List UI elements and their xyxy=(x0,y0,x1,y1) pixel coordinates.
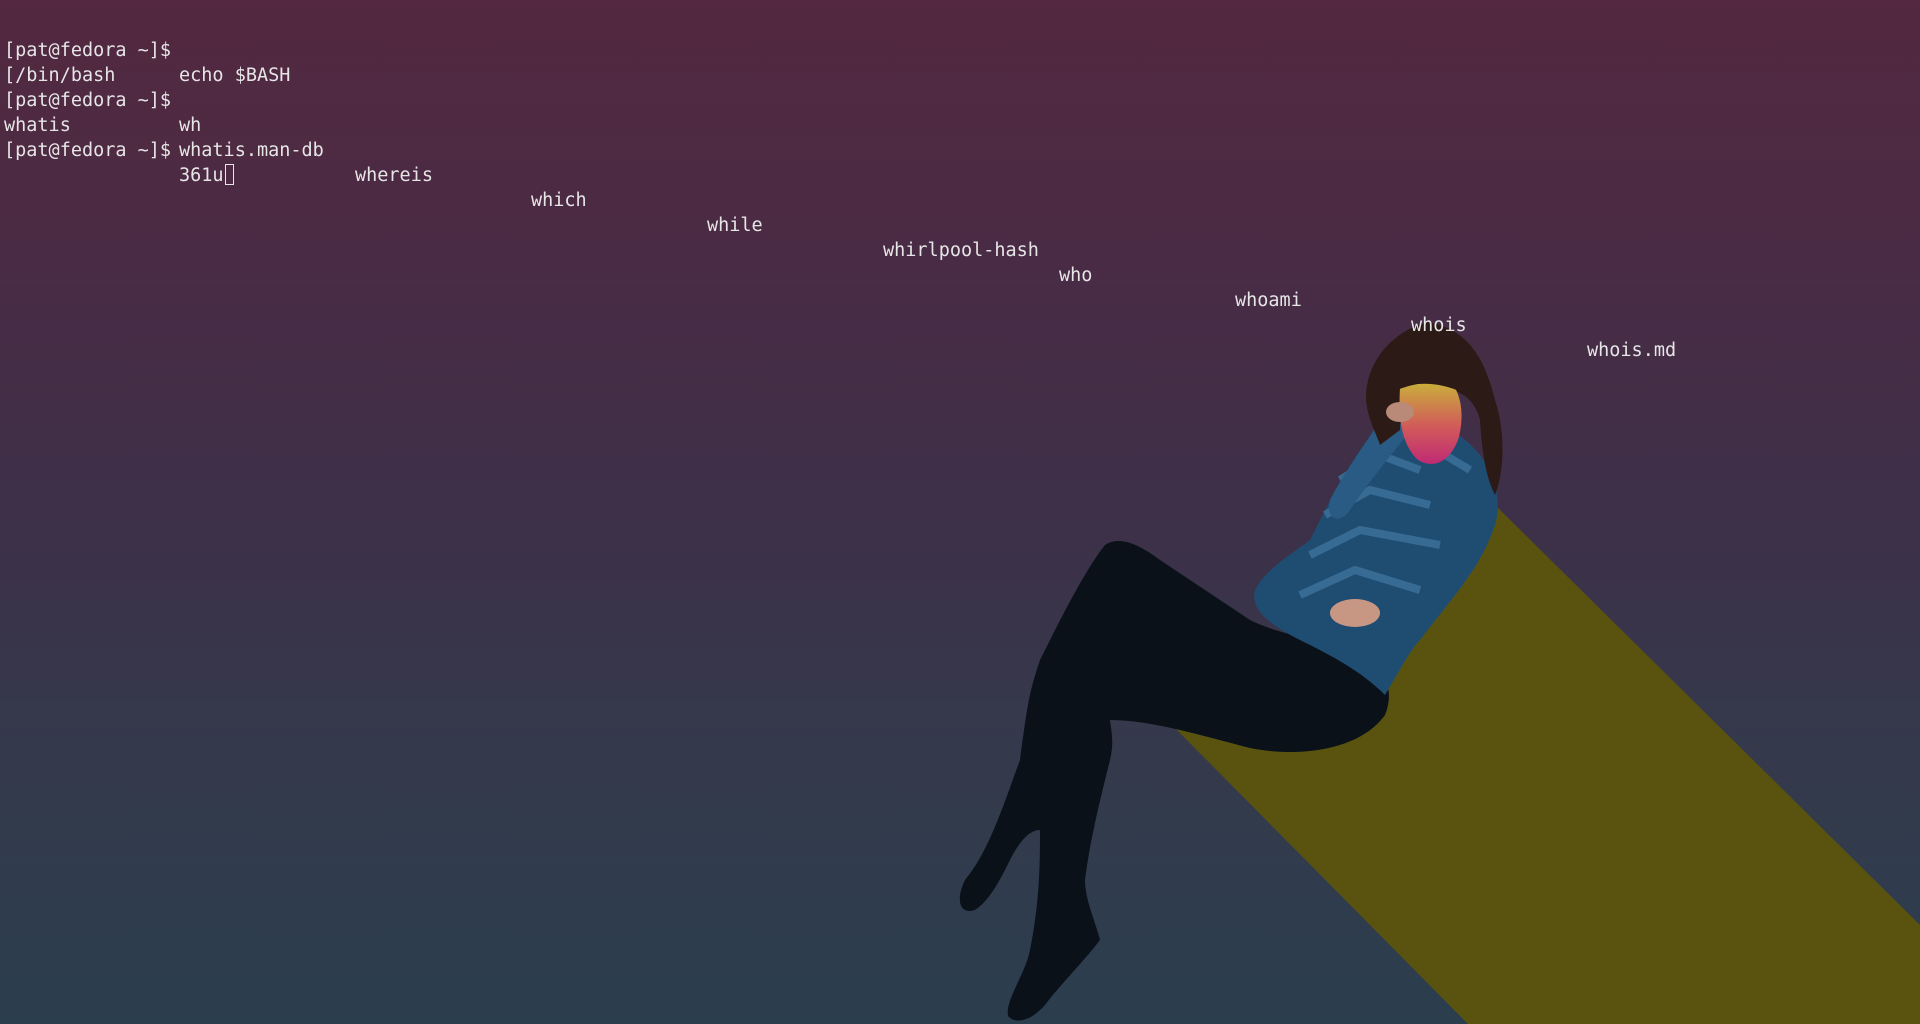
completion-item: while xyxy=(707,215,763,236)
terminal-line-command: [pat@fedora ~]$ wh xyxy=(0,63,1920,136)
completion-item: whois.md xyxy=(1587,340,1677,361)
tab-completion-list: whatis whatis.man-db whereis which while… xyxy=(0,88,1920,361)
terminal-line-output: [/bin/bash xyxy=(0,38,1920,86)
completion-item: whoami xyxy=(1235,290,1302,311)
completion-item: which xyxy=(531,190,587,211)
input-text: 361u xyxy=(179,165,224,186)
completion-item: whatis.man-db xyxy=(179,140,324,161)
terminal-window[interactable]: [pat@fedora ~]$ echo $BASH [/bin/bash [p… xyxy=(0,0,1920,1024)
text-cursor xyxy=(224,164,234,185)
completion-item: whois xyxy=(1411,315,1467,336)
completion-item: whereis xyxy=(355,165,433,186)
completion-item: whirlpool-hash xyxy=(883,240,1039,261)
terminal-line-command: [pat@fedora ~]$ echo $BASH xyxy=(0,13,1920,86)
command-input[interactable]: 361u xyxy=(179,163,234,188)
shell-prompt: [pat@fedora ~]$ xyxy=(4,140,172,161)
completion-item: who xyxy=(1059,265,1093,286)
terminal-line-input[interactable]: [pat@fedora ~]$ 361u xyxy=(0,113,1920,186)
